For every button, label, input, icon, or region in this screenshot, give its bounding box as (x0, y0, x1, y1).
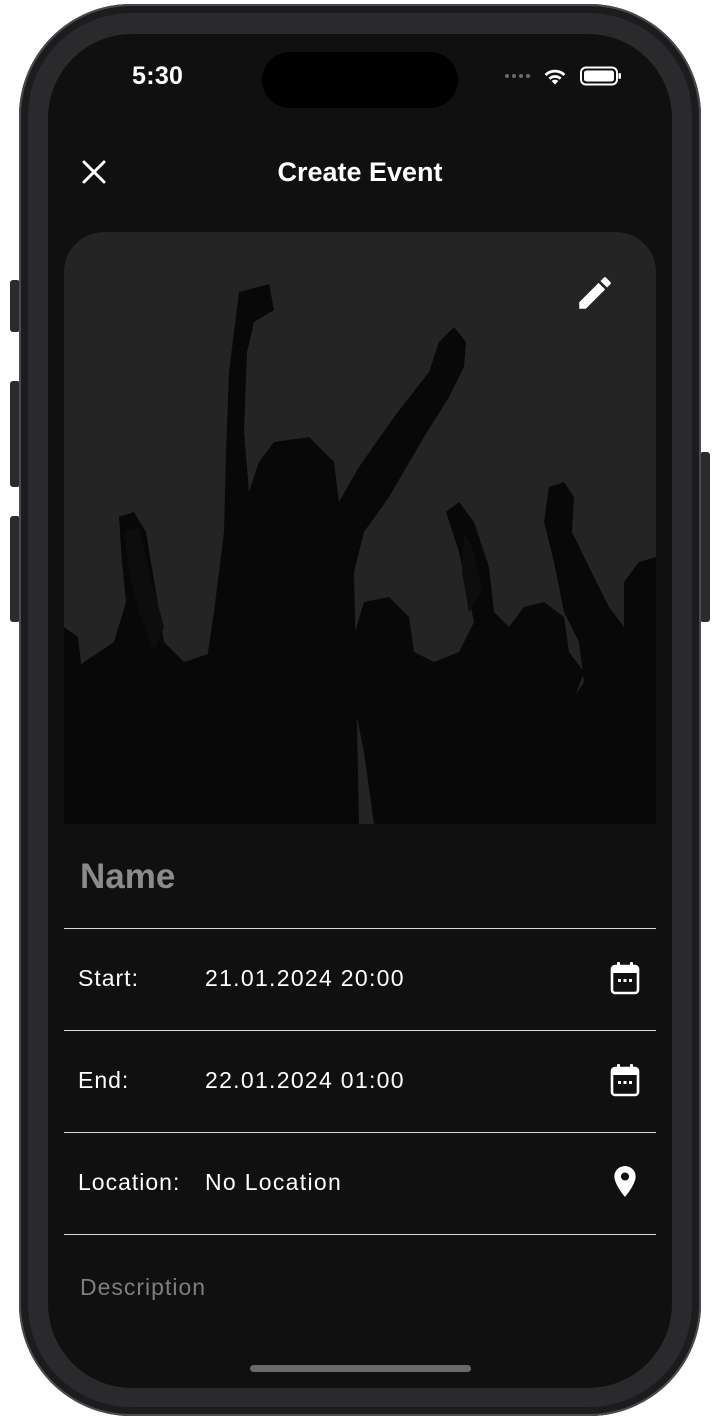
start-label: Start: (78, 965, 139, 991)
end-value: 22.01.2024 01:00 (205, 1067, 405, 1093)
name-field[interactable] (64, 824, 656, 929)
location-label: Location: (78, 1169, 181, 1195)
location-button[interactable] (608, 1163, 642, 1201)
wifi-icon (544, 69, 566, 85)
end-calendar-button[interactable] (608, 1061, 642, 1099)
start-value: 21.01.2024 20:00 (205, 965, 405, 991)
status-time: 5:30 (132, 62, 184, 90)
description-field[interactable] (64, 1236, 656, 1356)
page-title: Create Event (277, 157, 443, 187)
name-input[interactable] (78, 856, 622, 898)
start-calendar-button[interactable] (608, 959, 642, 997)
location-value: No Location (205, 1169, 343, 1195)
end-label: End: (78, 1067, 130, 1093)
status-indicators (505, 66, 622, 86)
event-cover-image[interactable] (64, 232, 656, 824)
battery-icon (580, 66, 621, 86)
phone-frame: 5:30 Create Event Name Start: 21.01.2024… (19, 4, 701, 1416)
dynamic-island (262, 52, 458, 108)
pencil-icon (579, 277, 611, 309)
calendar-icon (610, 1064, 640, 1097)
home-indicator[interactable] (250, 1365, 471, 1372)
location-pin-icon (614, 1166, 636, 1197)
edit-cover-button[interactable] (574, 272, 616, 314)
power-button (700, 452, 710, 622)
screen: 5:30 Create Event Name Start: 21.01.2024… (48, 34, 672, 1388)
start-datetime-row[interactable]: Start: 21.01.2024 20:00 (64, 929, 656, 1031)
cellular-signal-icon (505, 74, 530, 78)
crowd-silhouette-image (64, 284, 656, 824)
description-input[interactable] (78, 1272, 642, 1336)
calendar-icon (610, 962, 640, 995)
location-row[interactable]: Location: No Location (64, 1133, 656, 1235)
end-datetime-row[interactable]: End: 22.01.2024 01:00 (64, 1031, 656, 1133)
